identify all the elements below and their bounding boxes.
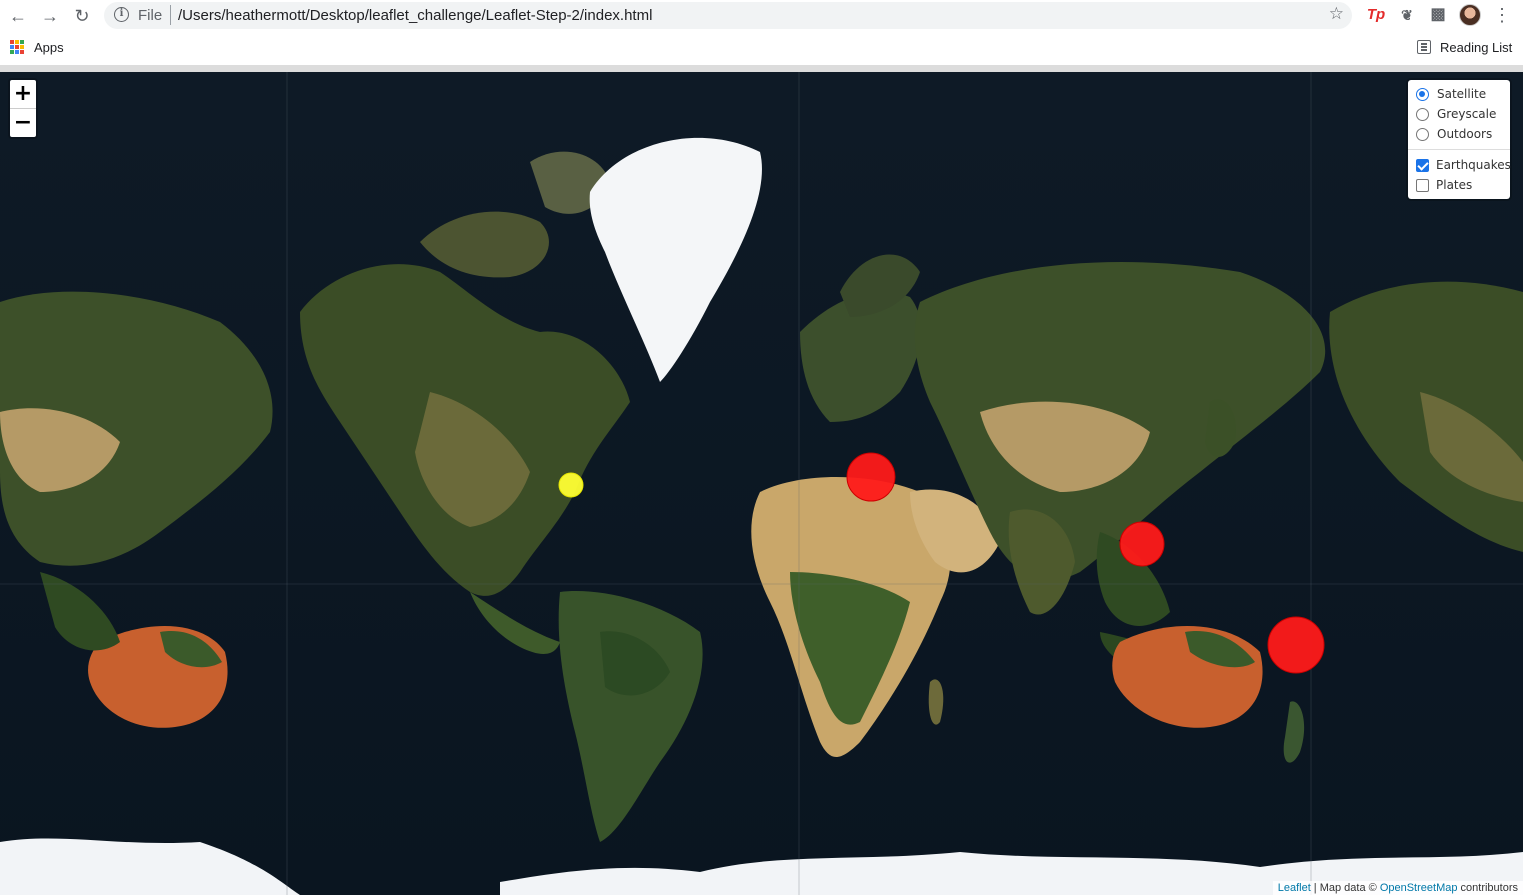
base-layer-satellite[interactable]: Satellite	[1416, 84, 1504, 104]
leaf-extension-icon[interactable]: ❦	[1397, 5, 1417, 25]
openstreetmap-link[interactable]: OpenStreetMap	[1380, 882, 1458, 894]
overlay-plates[interactable]: Plates	[1416, 175, 1504, 195]
address-separator	[170, 5, 171, 25]
overlay-label: Earthquakes	[1436, 158, 1511, 172]
earthquake-marker-south-china-sea[interactable]	[1119, 521, 1165, 567]
base-layer-label: Satellite	[1437, 87, 1487, 101]
base-layer-label: Outdoors	[1437, 127, 1493, 141]
reading-list-button[interactable]: Reading List	[1440, 40, 1512, 55]
puzzle-icon[interactable]: ▩	[1428, 5, 1448, 25]
info-icon[interactable]: i	[114, 7, 129, 22]
browser-toolbar: ← → ↻ i File /Users/heathermott/Desktop/…	[0, 0, 1523, 32]
base-layer-greyscale[interactable]: Greyscale	[1416, 104, 1504, 124]
address-scheme: File	[138, 7, 163, 24]
overlay-earthquakes[interactable]: Earthquakes	[1416, 155, 1511, 175]
reload-icon[interactable]: ↻	[70, 4, 94, 28]
address-bar[interactable]: i File /Users/heathermott/Desktop/leafle…	[104, 2, 1352, 29]
zoom-out-button[interactable]: −	[10, 108, 36, 136]
satellite-radio[interactable]	[1416, 87, 1429, 101]
map-attribution: Leaflet | Map data © OpenStreetMap contr…	[1272, 881, 1523, 895]
attribution-separator: | Map data ©	[1310, 882, 1380, 894]
profile-avatar[interactable]	[1459, 4, 1481, 26]
satellite-basemap[interactable]	[0, 72, 1523, 895]
zoom-control: + −	[8, 78, 38, 139]
earthquakes-checkbox[interactable]	[1416, 158, 1429, 172]
apps-bookmark[interactable]: Apps	[34, 40, 64, 55]
base-layer-outdoors[interactable]: Outdoors	[1416, 124, 1504, 144]
bookmarks-bar: Apps Reading List	[0, 32, 1523, 65]
earthquake-marker-caribbean[interactable]	[558, 472, 584, 498]
outdoors-radio[interactable]	[1416, 127, 1429, 141]
apps-grid-icon[interactable]	[10, 40, 24, 54]
overlay-label: Plates	[1436, 178, 1473, 192]
attribution-suffix: contributors	[1457, 882, 1518, 894]
back-icon[interactable]: ←	[6, 4, 30, 28]
plates-checkbox[interactable]	[1416, 178, 1429, 192]
earthquake-marker-mediterranean[interactable]	[846, 452, 896, 502]
forward-icon[interactable]: →	[38, 4, 62, 28]
leaflet-link[interactable]: Leaflet	[1278, 882, 1311, 894]
layers-control: Satellite Greyscale Outdoors Earthquakes…	[1406, 78, 1512, 201]
chrome-divider	[0, 65, 1523, 72]
leaflet-map[interactable]: + − Satellite Greyscale Outdoors Earthqu…	[0, 72, 1523, 895]
address-url[interactable]: /Users/heathermott/Desktop/leaflet_chall…	[178, 7, 652, 24]
layers-separator	[1408, 149, 1510, 150]
bookmark-star-icon[interactable]: ☆	[1329, 4, 1344, 24]
greyscale-radio[interactable]	[1416, 107, 1429, 121]
kebab-menu-icon[interactable]: ⋮	[1492, 4, 1512, 26]
tp-extension-icon[interactable]: Tp	[1366, 5, 1386, 25]
zoom-in-button[interactable]: +	[10, 80, 36, 108]
reading-list-icon[interactable]	[1417, 40, 1431, 54]
earthquake-marker-south-pacific[interactable]	[1267, 616, 1325, 674]
base-layer-label: Greyscale	[1437, 107, 1497, 121]
